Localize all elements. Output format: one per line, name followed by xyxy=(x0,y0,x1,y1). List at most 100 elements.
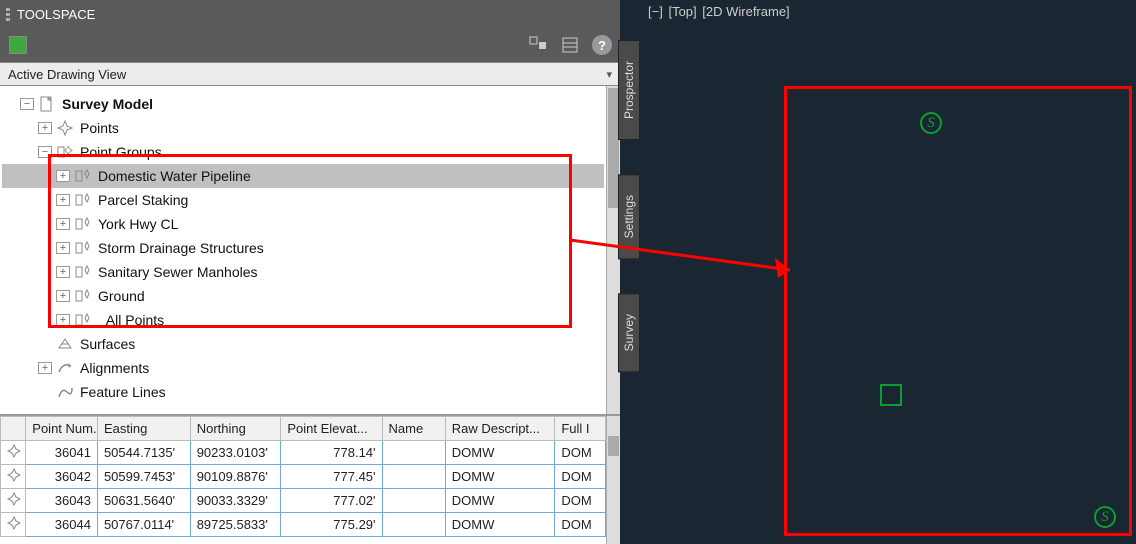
feature-line-icon xyxy=(56,383,74,401)
tree-label: Surfaces xyxy=(80,336,135,352)
point-group-icon xyxy=(74,263,92,281)
toolspace-panel: TOOLSPACE ? Active Drawing View ▾ xyxy=(0,0,620,544)
tree-label: Domestic Water Pipeline xyxy=(98,168,251,184)
tree-item-point-group[interactable]: +Ground xyxy=(2,284,604,308)
point-group-icon xyxy=(74,215,92,233)
table-cell: DOMW xyxy=(445,465,555,489)
tree-label: Survey Model xyxy=(62,96,153,112)
tab-settings[interactable]: Settings xyxy=(618,174,640,259)
table-cell xyxy=(382,489,445,513)
tree-label: Point Groups xyxy=(80,144,162,160)
panorama-icon[interactable] xyxy=(560,35,580,55)
table-row[interactable]: 3604150544.7135'90233.0103'778.14'DOMWDO… xyxy=(1,441,606,465)
table-cell: 36042 xyxy=(26,465,98,489)
grip-icon[interactable] xyxy=(4,6,11,23)
alignment-icon xyxy=(56,359,74,377)
surface-icon xyxy=(56,335,74,353)
table-cell: 777.02' xyxy=(281,489,382,513)
table-cell: DOM xyxy=(555,489,606,513)
table-cell xyxy=(382,465,445,489)
tree-label: Storm Drainage Structures xyxy=(98,240,264,256)
view-selector[interactable]: Active Drawing View ▾ xyxy=(0,62,620,86)
table-cell: DOMW xyxy=(445,441,555,465)
drawing-icon xyxy=(38,95,56,113)
point-icon xyxy=(1,465,26,489)
point-list-panel: Point Num...EastingNorthingPoint Elevat.… xyxy=(0,414,620,544)
tree-label: Ground xyxy=(98,288,145,304)
survey-point-marker[interactable]: S xyxy=(920,112,942,134)
view-label: Active Drawing View xyxy=(8,67,126,82)
annotation-canvas-box xyxy=(784,86,1132,536)
tree-item-point-group[interactable]: +York Hwy CL xyxy=(2,212,604,236)
new-drawing-icon[interactable] xyxy=(8,35,28,55)
tree-label: Parcel Staking xyxy=(98,192,188,208)
tab-survey[interactable]: Survey xyxy=(618,293,640,372)
table-cell: DOMW xyxy=(445,513,555,537)
table-cell: 36043 xyxy=(26,489,98,513)
column-header[interactable]: Point Num... xyxy=(26,417,98,441)
tree-root-survey-model[interactable]: − Survey Model xyxy=(2,92,604,116)
viewport-style[interactable]: [2D Wireframe] xyxy=(702,4,789,19)
table-cell: 775.29' xyxy=(281,513,382,537)
point-group-icon xyxy=(74,311,92,329)
tree-label: Alignments xyxy=(80,360,149,376)
table-cell: 36041 xyxy=(26,441,98,465)
toolspace-title-bar: TOOLSPACE xyxy=(0,0,620,28)
chevron-down-icon: ▾ xyxy=(606,68,612,81)
table-row[interactable]: 3604250599.7453'90109.8876'777.45'DOMWDO… xyxy=(1,465,606,489)
survey-point-marker[interactable]: S xyxy=(1094,506,1116,528)
drawing-canvas[interactable]: Prospector Settings Survey [−] [Top] [2D… xyxy=(620,0,1136,544)
point-group-icon xyxy=(74,239,92,257)
table-cell: 50631.5640' xyxy=(97,489,190,513)
tree-item-surfaces[interactable]: Surfaces xyxy=(2,332,604,356)
table-cell xyxy=(382,441,445,465)
column-header[interactable]: Name xyxy=(382,417,445,441)
point-icon xyxy=(1,441,26,465)
tree-item-alignments[interactable]: + Alignments xyxy=(2,356,604,380)
help-icon[interactable]: ? xyxy=(592,35,612,55)
point-table[interactable]: Point Num...EastingNorthingPoint Elevat.… xyxy=(0,416,606,537)
table-cell: DOMW xyxy=(445,489,555,513)
tree-item-point-group[interactable]: +Sanitary Sewer Manholes xyxy=(2,260,604,284)
table-cell: 50599.7453' xyxy=(97,465,190,489)
column-header-icon[interactable] xyxy=(1,417,26,441)
tree-item-point-group[interactable]: +Domestic Water Pipeline xyxy=(2,164,604,188)
tree-item-points[interactable]: + Points xyxy=(2,116,604,140)
table-cell: 777.45' xyxy=(281,465,382,489)
table-row[interactable]: 3604350631.5640'90033.3329'777.02'DOMWDO… xyxy=(1,489,606,513)
table-cell xyxy=(382,513,445,537)
point-icon xyxy=(1,489,26,513)
tree-item-point-group[interactable]: +Storm Drainage Structures xyxy=(2,236,604,260)
point-group-icon xyxy=(56,143,74,161)
tree-label: _All Points xyxy=(98,312,164,328)
table-cell: DOM xyxy=(555,441,606,465)
tree-label: York Hwy CL xyxy=(98,216,178,232)
survey-point-marker[interactable] xyxy=(880,384,902,406)
column-header[interactable]: Northing xyxy=(190,417,281,441)
table-cell: 50767.0114' xyxy=(97,513,190,537)
point-icon xyxy=(1,513,26,537)
table-cell: DOM xyxy=(555,465,606,489)
tree-item-point-group[interactable]: +Parcel Staking xyxy=(2,188,604,212)
table-cell: 90233.0103' xyxy=(190,441,281,465)
item-preview-icon[interactable] xyxy=(528,35,548,55)
point-group-icon xyxy=(74,287,92,305)
tree-item-feature-lines[interactable]: Feature Lines xyxy=(2,380,604,404)
column-header[interactable]: Point Elevat... xyxy=(281,417,382,441)
table-row[interactable]: 3604450767.0114'89725.5833'775.29' DOMWDO… xyxy=(1,513,606,537)
column-header[interactable]: Easting xyxy=(97,417,190,441)
viewport-controls[interactable]: [−] [Top] [2D Wireframe] xyxy=(648,4,792,19)
tree-item-point-groups[interactable]: − Point Groups xyxy=(2,140,604,164)
viewport-view[interactable]: [Top] xyxy=(668,4,696,19)
panel-title: TOOLSPACE xyxy=(17,7,95,22)
table-cell: DOM xyxy=(555,513,606,537)
tab-prospector[interactable]: Prospector xyxy=(618,40,640,140)
tree-item-point-group[interactable]: +_All Points xyxy=(2,308,604,332)
viewport-minimize[interactable]: [−] xyxy=(648,4,663,19)
tree-label: Points xyxy=(80,120,119,136)
prospector-tree[interactable]: − Survey Model + Points − Point Groups +… xyxy=(0,86,606,414)
table-cell: 89725.5833' xyxy=(190,513,281,537)
column-header[interactable]: Raw Descript... xyxy=(445,417,555,441)
table-cell: 36044 xyxy=(26,513,98,537)
column-header[interactable]: Full I xyxy=(555,417,606,441)
